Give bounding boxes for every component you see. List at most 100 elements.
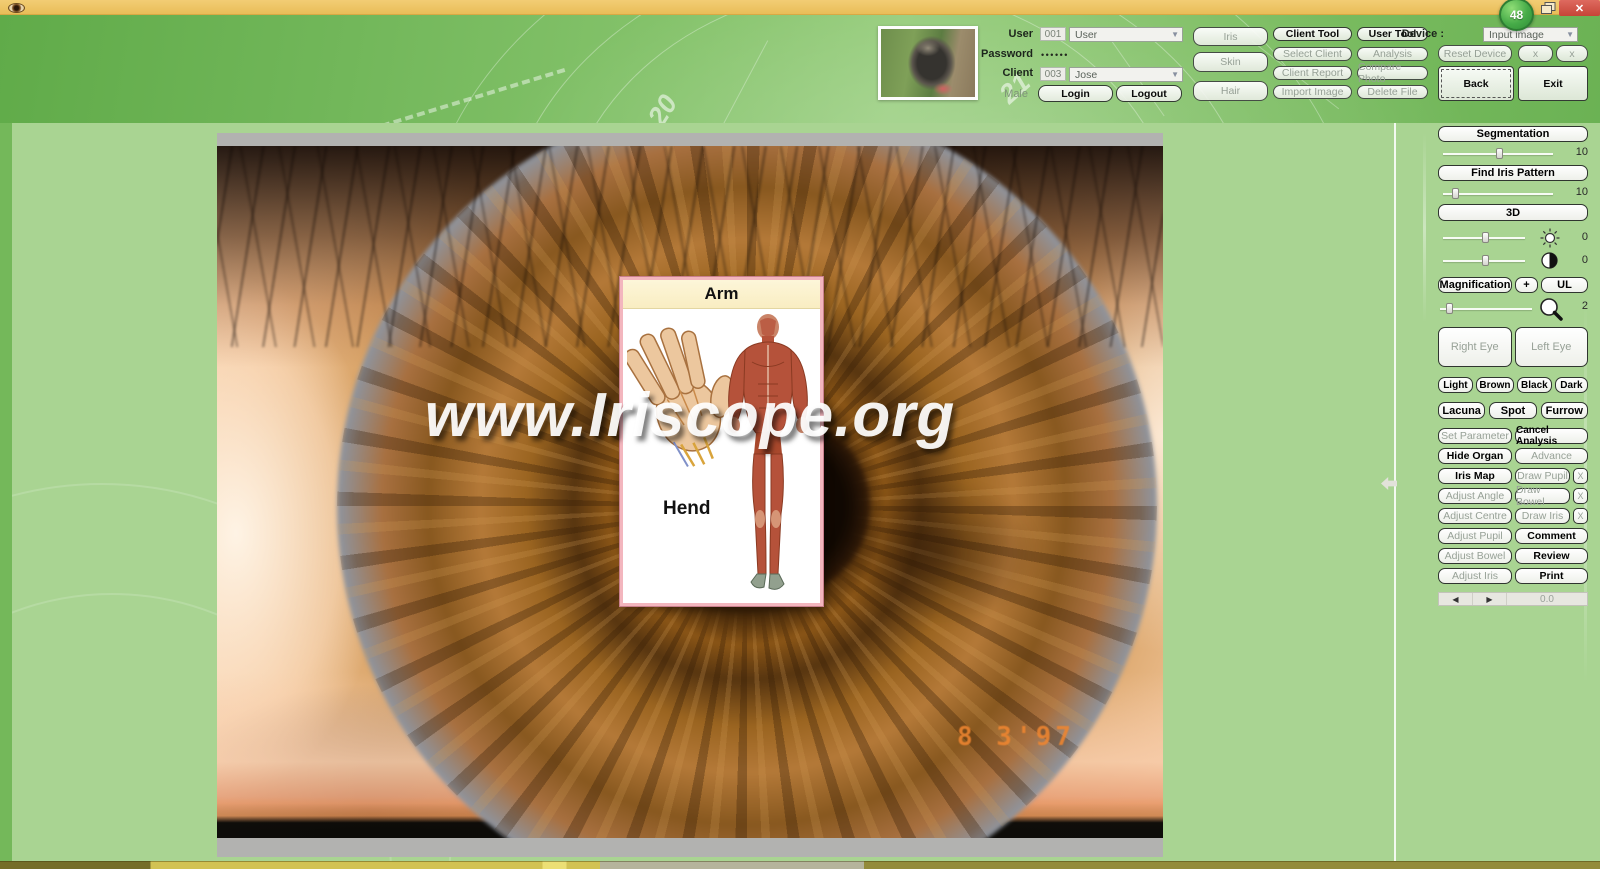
segmentation-value: 10 <box>1575 146 1588 158</box>
skin-mode-button[interactable]: Skin <box>1193 52 1268 72</box>
brightness-icon <box>1540 228 1560 248</box>
magnification-button[interactable]: Magnification <box>1438 277 1512 293</box>
analysis-button[interactable]: Analysis <box>1357 47 1428 61</box>
cancel-analysis-button[interactable]: Cancel Analysis <box>1515 425 1588 447</box>
iris-mode-button[interactable]: Iris <box>1193 27 1268 46</box>
x-button-2[interactable]: x <box>1556 45 1588 62</box>
action-row: Adjust Angle Draw Bowel X <box>1438 484 1588 508</box>
watermark: www.Iriscope.org <box>424 381 956 450</box>
ul-button[interactable]: UL <box>1541 277 1588 293</box>
hair-mode-button[interactable]: Hair <box>1193 81 1268 101</box>
3d-button[interactable]: 3D <box>1438 204 1588 221</box>
login-button[interactable]: Login <box>1038 85 1113 102</box>
password-field[interactable]: •••••• <box>1041 50 1069 60</box>
sidebar-separator <box>1394 123 1396 861</box>
eye-select-row: Right Eye Left Eye <box>1438 327 1588 367</box>
reset-device-button[interactable]: Reset Device <box>1438 45 1512 62</box>
feature-row: Lacuna Spot Furrow <box>1438 402 1588 419</box>
select-client-button[interactable]: Select Client <box>1273 47 1352 61</box>
adjust-iris-button[interactable]: Adjust Iris <box>1438 568 1512 584</box>
contrast-value: 0 <box>1581 254 1588 266</box>
slider-thumb[interactable] <box>1446 303 1453 314</box>
slider-thumb[interactable] <box>1496 148 1503 159</box>
prev-arrow-button[interactable]: ◀ <box>1439 593 1473 605</box>
draw-iris-button[interactable]: Draw Iris <box>1515 508 1570 524</box>
draw-pupil-button[interactable]: Draw Pupil <box>1515 468 1570 484</box>
brightness-slider[interactable]: 0 <box>1438 228 1588 248</box>
back-button[interactable]: Back <box>1438 66 1514 101</box>
right-eye-button[interactable]: Right Eye <box>1438 327 1512 367</box>
close-button[interactable]: ✕ <box>1559 0 1600 16</box>
client-report-button[interactable]: Client Report <box>1273 66 1352 80</box>
left-eye-button[interactable]: Left Eye <box>1514 327 1588 367</box>
iris-photo[interactable]: 8 3'97 Arm Hend www.Iriscope.org <box>217 146 1163 838</box>
slider-thumb[interactable] <box>1452 188 1459 199</box>
contrast-icon <box>1541 252 1558 269</box>
set-parameter-button[interactable]: Set Parameter <box>1438 428 1512 444</box>
chevron-down-icon[interactable]: ▼ <box>1171 30 1179 39</box>
next-arrow-button[interactable]: ▶ <box>1473 593 1507 605</box>
muscle-figure-illustration <box>718 312 818 602</box>
furrow-button[interactable]: Furrow <box>1540 402 1588 419</box>
review-button[interactable]: Review <box>1515 548 1588 564</box>
comment-button[interactable]: Comment <box>1515 528 1588 544</box>
chevron-down-icon[interactable]: ▼ <box>1566 30 1574 39</box>
exit-button[interactable]: Exit <box>1518 66 1588 101</box>
spot-button[interactable]: Spot <box>1489 402 1537 419</box>
iris-crypt <box>841 478 1042 629</box>
draw-iris-x-button[interactable]: X <box>1573 508 1588 524</box>
device-select[interactable]: Input image ▼ <box>1483 27 1578 42</box>
zoom-in-button[interactable]: + <box>1515 277 1538 293</box>
nav-bar: ◀ ▶ 0.0 <box>1438 592 1588 606</box>
adjust-centre-button[interactable]: Adjust Centre <box>1438 508 1512 524</box>
segmentation-slider[interactable]: 10 <box>1438 146 1588 160</box>
iris-map-button[interactable]: Iris Map <box>1438 468 1512 484</box>
import-image-button[interactable]: Import Image <box>1273 85 1352 99</box>
action-row: Adjust Pupil Comment <box>1438 528 1588 544</box>
slider-track[interactable] <box>1440 308 1532 310</box>
color-light-button[interactable]: Light <box>1438 377 1473 393</box>
client-select[interactable]: Jose ▼ <box>1069 67 1183 82</box>
color-dark-button[interactable]: Dark <box>1554 377 1589 393</box>
organ-caption: Hend <box>663 498 711 519</box>
slider-thumb[interactable] <box>1482 255 1489 266</box>
adjust-pupil-button[interactable]: Adjust Pupil <box>1438 528 1512 544</box>
zoom-slider[interactable]: 2 <box>1438 298 1588 321</box>
slider-track[interactable] <box>1443 193 1553 195</box>
print-button[interactable]: Print <box>1515 568 1588 584</box>
adjust-angle-button[interactable]: Adjust Angle <box>1438 488 1512 504</box>
hide-organ-button[interactable]: Hide Organ <box>1438 448 1512 464</box>
decor-streak <box>1423 133 1426 323</box>
lacuna-button[interactable]: Lacuna <box>1438 402 1486 419</box>
color-brown-button[interactable]: Brown <box>1475 377 1514 393</box>
color-black-button[interactable]: Black <box>1516 377 1552 393</box>
draw-bowel-x-button[interactable]: X <box>1573 488 1588 504</box>
x-button-1[interactable]: x <box>1518 45 1553 62</box>
action-row: Iris Map Draw Pupil X <box>1438 468 1588 484</box>
chevron-down-icon[interactable]: ▼ <box>1171 70 1179 79</box>
segmentation-button[interactable]: Segmentation <box>1438 126 1588 142</box>
password-label: Password <box>981 48 1033 60</box>
restore-window-icon[interactable] <box>1541 2 1556 14</box>
action-row: Adjust Centre Draw Iris X <box>1438 508 1588 524</box>
slider-thumb[interactable] <box>1482 232 1489 243</box>
adjust-bowel-button[interactable]: Adjust Bowel <box>1438 548 1512 564</box>
contrast-slider[interactable]: 0 <box>1438 252 1588 270</box>
delete-file-button[interactable]: Delete File <box>1357 85 1428 99</box>
advance-button[interactable]: Advance <box>1515 448 1588 464</box>
compare-photo-button[interactable]: Compare Photo <box>1357 61 1428 85</box>
image-viewer: 8 3'97 Arm Hend www.Iriscope.org <box>217 133 1163 857</box>
find-value: 10 <box>1575 186 1588 198</box>
taskbar-strip[interactable] <box>0 861 1600 869</box>
draw-pupil-x-button[interactable]: X <box>1573 468 1588 484</box>
logout-button[interactable]: Logout <box>1116 85 1182 102</box>
client-id-field: 003 <box>1040 67 1066 81</box>
client-tool-button[interactable]: Client Tool <box>1273 27 1352 41</box>
user-select[interactable]: User ▼ <box>1069 27 1183 42</box>
brightness-value: 0 <box>1581 231 1588 243</box>
find-slider[interactable]: 10 <box>1438 186 1588 200</box>
find-iris-pattern-button[interactable]: Find Iris Pattern <box>1438 165 1588 181</box>
app-eye-logo-icon <box>8 3 25 13</box>
nav-value: 0.0 <box>1540 593 1554 605</box>
draw-bowel-button[interactable]: Draw Bowel <box>1515 484 1570 508</box>
